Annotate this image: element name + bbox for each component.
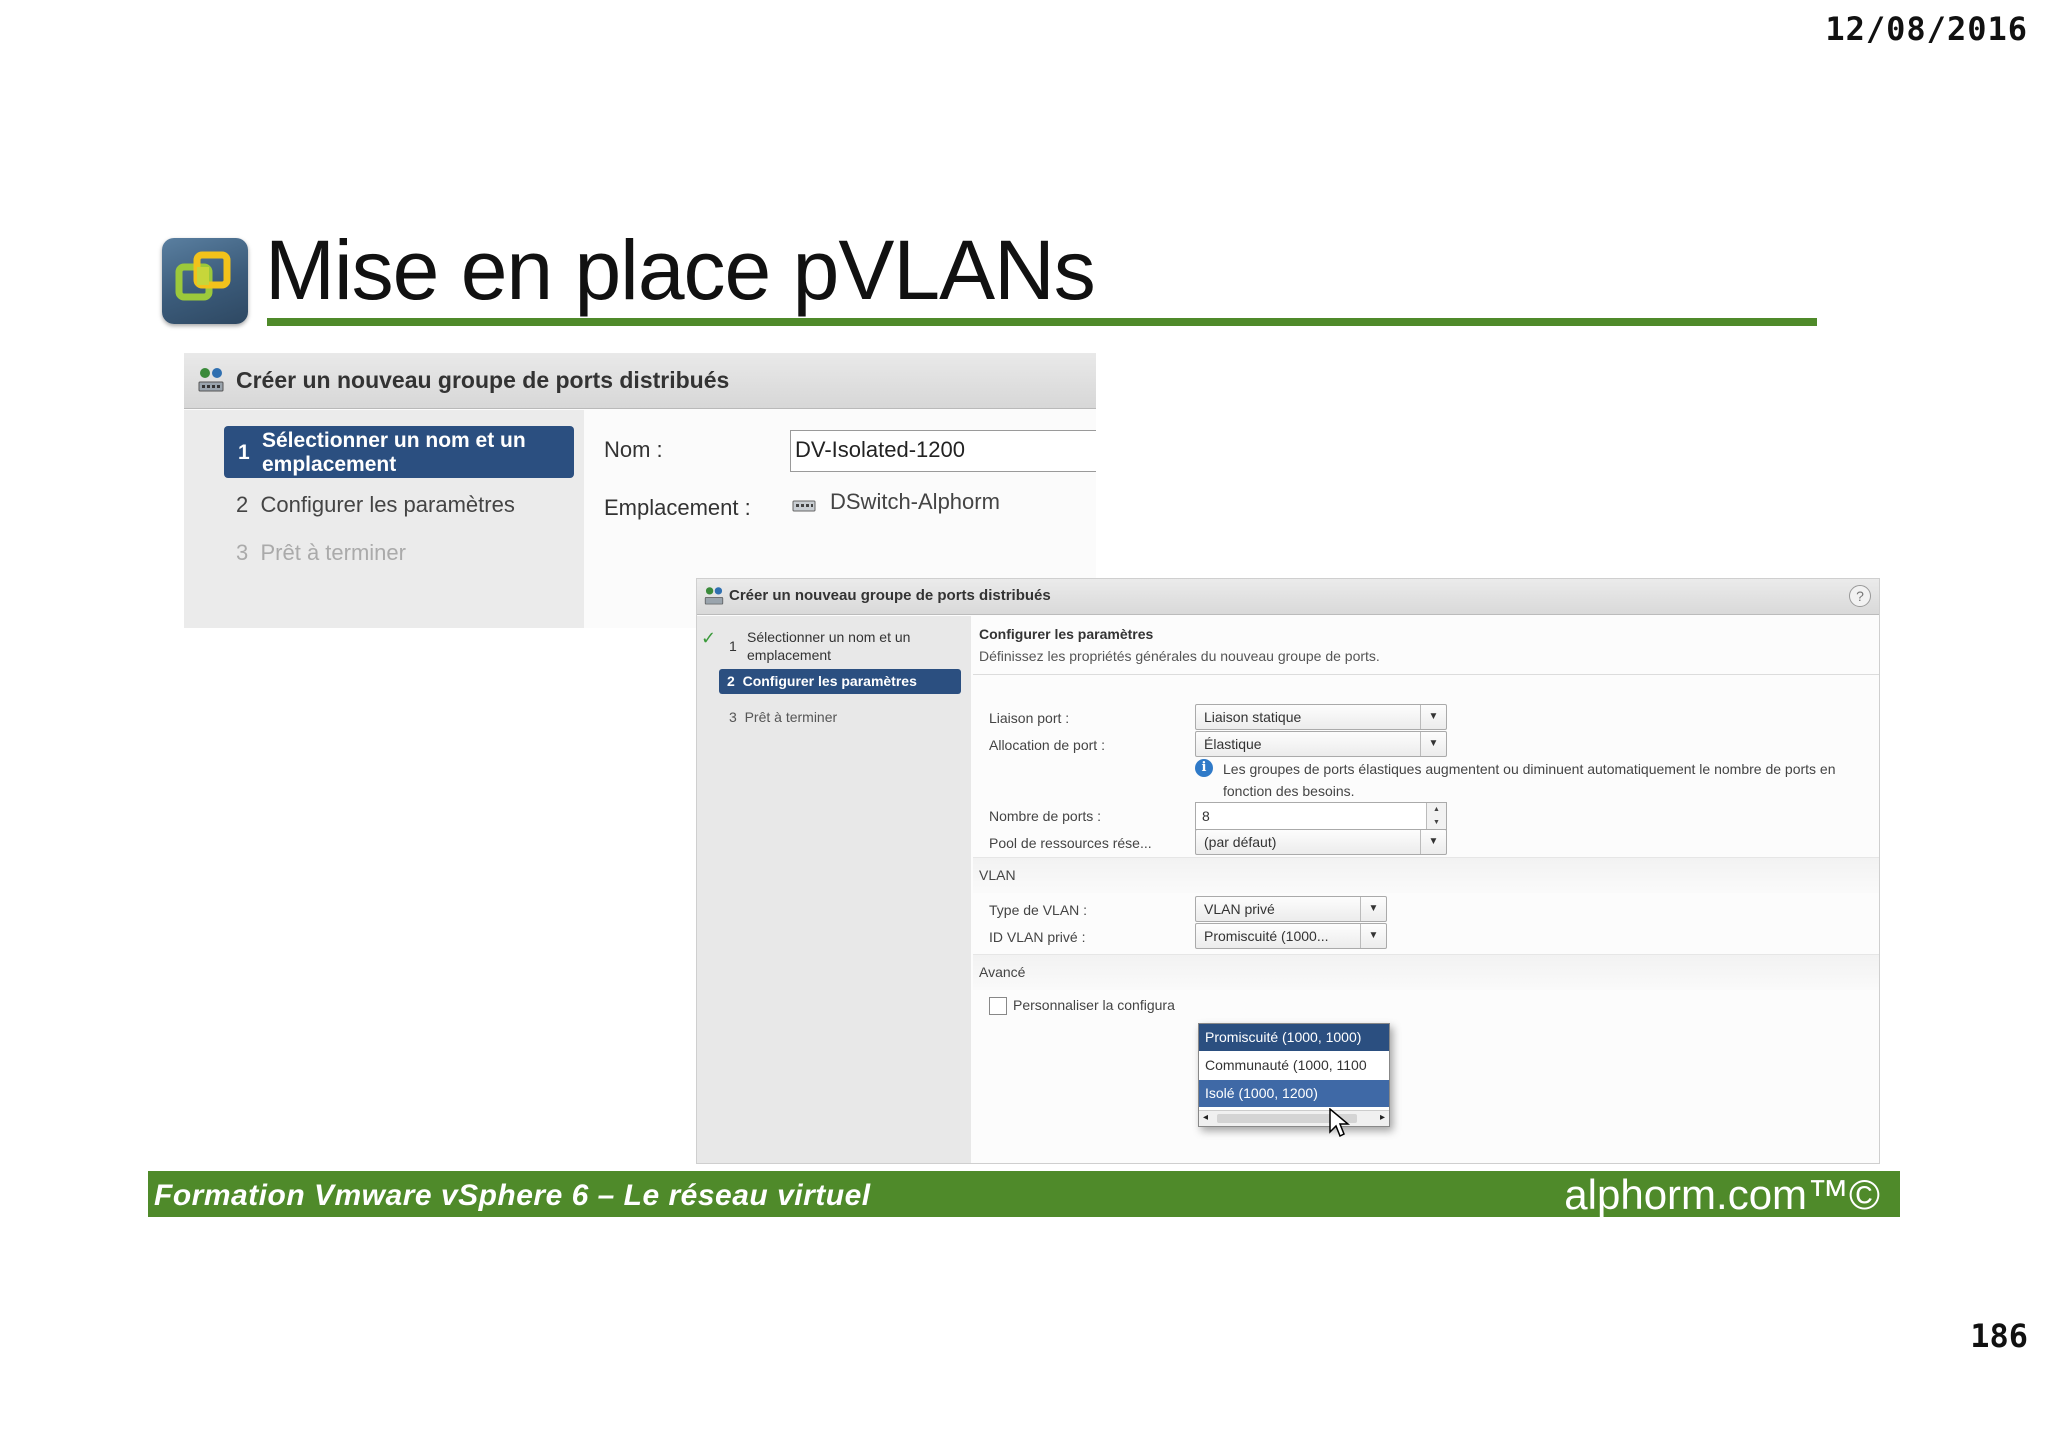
mouse-cursor-icon (1329, 1108, 1350, 1138)
step-number: 2 (727, 673, 735, 689)
chevron-down-icon: ▼ (1420, 732, 1446, 756)
pvlan-id-dropdown[interactable]: Promiscuité (1000, 1000) Communauté (100… (1198, 1023, 1390, 1127)
network-switch-icon (792, 500, 816, 512)
vsphere-logo-icon (162, 238, 248, 324)
wizard-nav: 1 Sélectionner un nom et un emplacement … (184, 410, 584, 628)
wizard-content: Configurer les paramètres Définissez les… (973, 616, 1879, 1163)
vlan-section-label: VLAN (979, 867, 1016, 883)
wizard-step-1[interactable]: Sélectionner un nom et un emplacement (747, 628, 967, 664)
dropdown-option[interactable]: Promiscuité (1000, 1000) (1199, 1024, 1389, 1051)
chevron-down-icon: ▼ (1420, 705, 1446, 729)
name-field[interactable]: DV-Isolated-1200 (790, 430, 1096, 472)
location-value[interactable]: DSwitch-Alphorm (830, 489, 1000, 515)
num-ports-stepper[interactable]: 8 ▲ ▼ (1195, 802, 1447, 830)
advanced-section-header: Avancé (973, 954, 1879, 990)
dropdown-option[interactable]: Isolé (1000, 1200) (1199, 1080, 1389, 1107)
step-number: 1 (238, 441, 250, 464)
chevron-down-icon: ▼ (1420, 830, 1446, 854)
pvlan-id-value: Promiscuité (1000... (1204, 928, 1329, 944)
wizard-nav: ✓ 1 Sélectionner un nom et un emplacemen… (697, 616, 971, 1163)
chevron-down-icon: ▼ (1360, 897, 1386, 921)
port-group-icon (704, 587, 724, 605)
dialog-header: Créer un nouveau groupe de ports distrib… (697, 579, 1879, 615)
step-number: 1 (729, 638, 737, 654)
port-allocation-value: Élastique (1204, 736, 1262, 752)
resource-pool-label: Pool de ressources rése... (989, 835, 1152, 851)
step-number: 3 (729, 709, 737, 725)
step-number: 3 (236, 540, 249, 565)
divider (973, 674, 1879, 675)
title-underline (267, 318, 1817, 326)
wizard-step-3[interactable]: 3 Prêt à terminer (729, 709, 837, 725)
footer-bar: Formation Vmware vSphere 6 – Le réseau v… (148, 1171, 1900, 1218)
step-label: Prêt à terminer (260, 540, 406, 565)
location-label: Emplacement : (604, 495, 751, 520)
step-label: Sélectionner un nom et un emplacement (262, 429, 526, 476)
port-binding-label: Liaison port : (989, 710, 1070, 726)
wizard-step-3: 3 Prêt à terminer (236, 540, 406, 566)
step-label: Configurer les paramètres (260, 492, 515, 517)
checkmark-icon: ✓ (701, 628, 717, 648)
num-ports-label: Nombre de ports : (989, 808, 1102, 824)
resource-pool-select[interactable]: (par défaut) ▼ (1195, 829, 1447, 855)
section-description: Définissez les propriétés générales du n… (979, 648, 1380, 664)
pvlan-id-label: ID VLAN privé : (989, 929, 1086, 945)
date: 12/08/2016 (1825, 10, 2028, 48)
chevron-down-icon: ▼ (1360, 924, 1386, 948)
port-allocation-label: Allocation de port : (989, 737, 1105, 753)
scroll-right-icon[interactable]: ▸ (1380, 1112, 1385, 1123)
wizard-step-2[interactable]: 2 Configurer les paramètres (236, 492, 515, 518)
num-ports-value: 8 (1202, 808, 1210, 824)
port-binding-select[interactable]: Liaison statique ▼ (1195, 704, 1447, 730)
wizard-step-1[interactable]: 1 Sélectionner un nom et un emplacement (224, 426, 574, 478)
pvlan-id-select[interactable]: Promiscuité (1000... ▼ (1195, 923, 1387, 949)
brand-name: alphorm.com™© (1564, 1171, 1880, 1218)
horizontal-scrollbar[interactable]: ◂ ▸ (1199, 1110, 1389, 1126)
step-label: Configurer les paramètres (742, 673, 917, 689)
customize-label: Personnaliser la configura (1013, 997, 1175, 1013)
step-number: 2 (236, 492, 249, 517)
port-allocation-select[interactable]: Élastique ▼ (1195, 731, 1447, 757)
course-title: Formation Vmware vSphere 6 – Le réseau v… (154, 1179, 871, 1212)
customize-checkbox[interactable] (989, 997, 1007, 1015)
resource-pool-value: (par défaut) (1204, 834, 1277, 850)
port-binding-value: Liaison statique (1204, 709, 1302, 725)
info-icon: i (1195, 759, 1213, 777)
section-title: Configurer les paramètres (979, 626, 1154, 642)
scroll-left-icon[interactable]: ◂ (1203, 1112, 1208, 1123)
port-group-icon (198, 368, 224, 392)
dialog-header: Créer un nouveau groupe de ports distrib… (184, 353, 1096, 409)
vlan-section-header: VLAN (973, 857, 1879, 893)
vlan-type-label: Type de VLAN : (989, 902, 1088, 918)
help-icon[interactable]: ? (1849, 585, 1871, 607)
dropdown-option[interactable]: Communauté (1000, 1100 (1199, 1052, 1389, 1079)
vlan-type-select[interactable]: VLAN privé ▼ (1195, 896, 1387, 922)
step-label: Prêt à terminer (744, 709, 838, 725)
info-text: Les groupes de ports élastiques augmente… (1223, 761, 1836, 799)
vlan-type-value: VLAN privé (1204, 901, 1275, 917)
wizard-step-2[interactable]: 2 Configurer les paramètres (719, 669, 961, 694)
advanced-section-label: Avancé (979, 964, 1026, 980)
page-title: Mise en place pVLANs (265, 223, 1096, 317)
page-number: 186 (1970, 1317, 2028, 1355)
stepper-arrows-icon[interactable]: ▲ ▼ (1426, 803, 1446, 829)
dialog-title: Créer un nouveau groupe de ports distrib… (729, 587, 1051, 604)
name-label: Nom : (604, 437, 663, 462)
dialog-title: Créer un nouveau groupe de ports distrib… (236, 367, 730, 393)
